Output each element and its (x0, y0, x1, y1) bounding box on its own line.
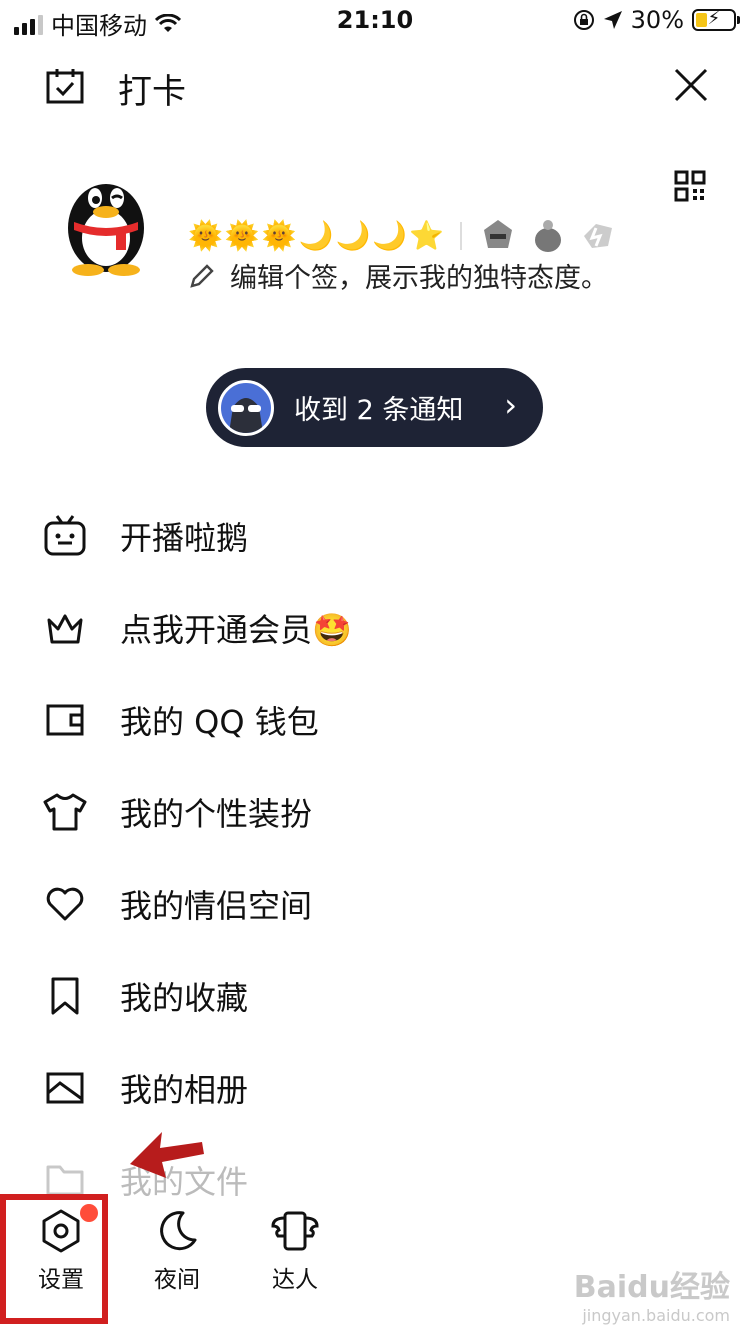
sun-icon: 🌞 (261, 219, 297, 252)
highlight-box (0, 1194, 108, 1324)
status-right: 30% ⚡ (573, 6, 740, 34)
menu-item-label: 我的相册 (120, 1071, 249, 1109)
crown-icon (40, 603, 90, 653)
badge-icon[interactable] (578, 216, 618, 256)
tab-label: 达人 (272, 1267, 318, 1293)
badge-icon[interactable] (528, 216, 568, 256)
arrow-annotation-icon (130, 1132, 204, 1178)
tab-night-mode[interactable]: 夜间 (122, 1200, 232, 1310)
tab-expert[interactable]: 达人 (240, 1200, 350, 1310)
heart-icon (40, 879, 90, 929)
notification-text: 收到 2 条通知 (294, 395, 464, 426)
moon-icon: 🌙 (298, 219, 334, 252)
qq-penguin-avatar[interactable] (58, 170, 154, 276)
moon-icon: 🌙 (372, 219, 408, 252)
menu-item-label: 开播啦鹅 (120, 519, 249, 557)
qr-code-icon[interactable] (674, 170, 706, 202)
wing-phone-icon (271, 1211, 319, 1251)
menu-item-wallet[interactable]: 我的 QQ 钱包 (40, 685, 720, 755)
tshirt-icon (40, 787, 90, 837)
chevron-right-icon: › (504, 386, 517, 424)
moon-icon (160, 1211, 197, 1251)
watermark-brand: Baidu经验 (573, 1270, 730, 1305)
menu-item-label: 我的个性装扮 (120, 795, 313, 833)
close-icon[interactable] (672, 66, 710, 104)
battery-icon: ⚡ (692, 8, 740, 31)
menu-item-couple[interactable]: 我的情侣空间 (40, 869, 720, 939)
level-row[interactable]: 🌞 🌞 🌞 🌙 🌙 🌙 ⭐ (188, 216, 626, 256)
badge-icon[interactable] (478, 216, 518, 256)
notification-avatar (218, 379, 274, 436)
menu-item-label: 我的情侣空间 (120, 887, 313, 925)
menu-item-label: 点我开通会员🤩 (120, 611, 352, 649)
battery-percent: 30% (630, 6, 684, 34)
tab-label: 夜间 (154, 1267, 200, 1293)
rotation-lock-icon (573, 10, 594, 30)
menu-item-label: 我的收藏 (120, 979, 249, 1017)
wallet-icon (40, 695, 90, 745)
menu-item-favorites[interactable]: 我的收藏 (40, 961, 720, 1031)
watermark: Baidu经验 jingyan.baidu.com (574, 1262, 730, 1325)
image-icon (40, 1063, 90, 1113)
signature-text: 编辑个签，展示我的独特态度。 (230, 263, 608, 294)
star-icon: ⭐ (409, 219, 445, 252)
sun-icon: 🌞 (224, 219, 260, 252)
menu-item-live[interactable]: 开播啦鹅 (40, 501, 720, 571)
sun-icon: 🌞 (188, 219, 223, 252)
menu-item-theme[interactable]: 我的个性装扮 (40, 777, 720, 847)
menu-item-vip[interactable]: 点我开通会员🤩 (40, 593, 720, 663)
location-icon (603, 11, 622, 29)
tv-icon (40, 511, 90, 561)
page-title[interactable]: 打卡 (118, 64, 186, 113)
signature-row[interactable]: 编辑个签，展示我的独特态度。 (188, 256, 608, 295)
watermark-url: jingyan.baidu.com (582, 1306, 730, 1325)
charging-icon: ⚡ (707, 8, 721, 29)
menu-item-album[interactable]: 我的相册 (40, 1053, 720, 1123)
calendar-check-icon[interactable] (46, 68, 84, 104)
divider (460, 222, 463, 250)
notification-button[interactable]: 收到 2 条通知 › (206, 368, 543, 447)
sunglasses-avatar-icon (229, 397, 263, 433)
status-bar: 中国移动 21:10 30% ⚡ (0, 0, 750, 44)
bookmark-icon (40, 971, 90, 1021)
moon-icon: 🌙 (335, 219, 371, 252)
menu-item-label: 我的 QQ 钱包 (120, 703, 319, 741)
pencil-icon (190, 263, 214, 288)
